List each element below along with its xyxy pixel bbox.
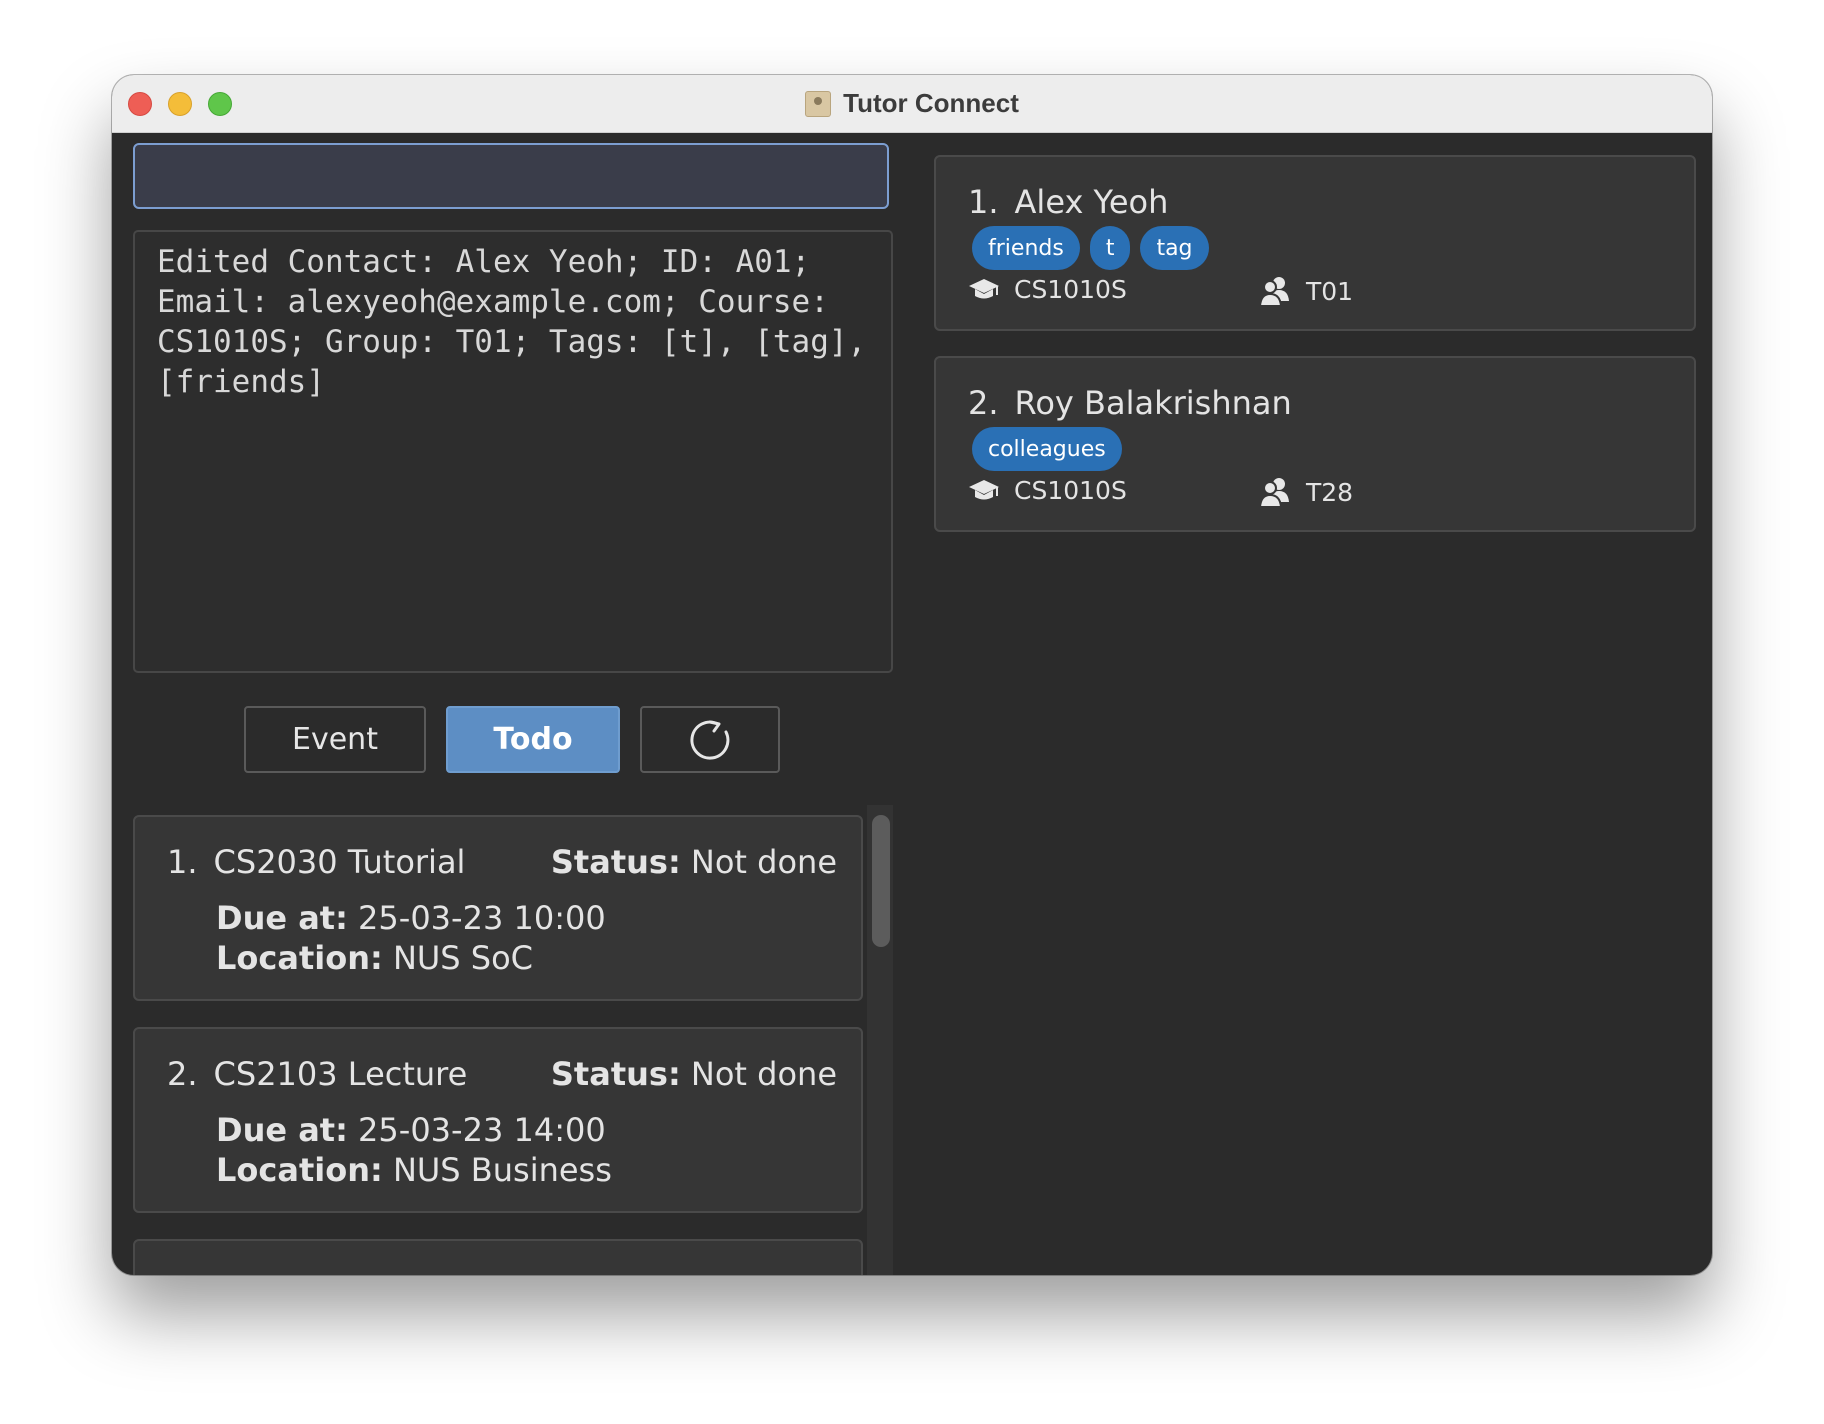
group-value: T01 [1306,276,1354,306]
tag: t [1089,226,1131,270]
group-info: T01 [1258,275,1353,307]
status-value: Not done [690,843,837,881]
todo-index: 2. [167,1055,198,1093]
status-label: Status: [550,1055,681,1093]
todo-status: Status: Not done [551,1055,837,1093]
todo-location: Location: NUS SoC [216,939,533,977]
todo-scrollbar-thumb[interactable] [872,815,890,947]
todo-card[interactable]: 1. CS2030 Tutorial Status: Not done Due a… [133,815,863,1001]
todo-list[interactable]: 1. CS2030 Tutorial Status: Not done Due a… [133,815,863,1275]
due-label: Due at: [216,1111,348,1149]
tag-list: friends t tag [972,226,1219,270]
tag: friends [972,226,1080,270]
location-label: Location: [216,1151,383,1189]
todo-card[interactable] [133,1239,863,1275]
tag: colleagues [972,427,1122,471]
course-info: CS1010S [968,476,1127,505]
result-text: Edited Contact: Alex Yeoh; ID: A01; Emai… [157,244,885,400]
refresh-button[interactable] [640,706,780,773]
due-value: 25-03-23 14:00 [358,1111,606,1149]
todo-title-row: 2. CS2103 Lecture [167,1055,467,1093]
location-value: NUS Business [392,1151,612,1189]
group-icon [1258,478,1289,508]
location-label: Location: [216,939,383,977]
todo-title-row: 1. CS2030 Tutorial [167,843,465,881]
person-name-row: 2. Roy Balakrishnan [968,384,1292,422]
person-name: Roy Balakrishnan [1014,384,1292,422]
status-label: Status: [550,843,681,881]
status-value: Not done [690,1055,837,1093]
todo-button[interactable]: Todo [446,706,620,773]
person-name: Alex Yeoh [1014,183,1169,221]
person-index: 2. [968,384,999,422]
due-value: 25-03-23 10:00 [358,899,606,937]
app-window: Tutor Connect Edited Contact: Alex Yeoh;… [112,75,1712,1275]
course-info: CS1010S [968,275,1127,304]
todo-title: CS2103 Lecture [213,1055,468,1093]
course-value: CS1010S [1014,476,1127,505]
result-display: Edited Contact: Alex Yeoh; ID: A01; Emai… [133,230,893,673]
todo-status: Status: Not done [551,843,837,881]
command-input[interactable] [133,143,889,209]
todo-due: Due at: 25-03-23 10:00 [216,899,606,937]
todo-due: Due at: 25-03-23 14:00 [216,1111,606,1149]
person-name-row: 1. Alex Yeoh [968,183,1168,221]
todo-title: CS2030 Tutorial [213,843,466,881]
graduation-cap-icon [969,278,999,298]
person-index: 1. [968,183,999,221]
title-bar: Tutor Connect [112,75,1712,133]
course-value: CS1010S [1014,275,1127,304]
tag-list: colleagues [972,427,1132,471]
window-title: Tutor Connect [843,88,1019,118]
tag: tag [1140,226,1209,270]
due-label: Due at: [216,899,348,937]
refresh-icon [690,720,730,760]
title-wrap: Tutor Connect [112,75,1712,132]
todo-index: 1. [167,843,198,881]
group-icon [1258,277,1289,307]
person-card[interactable]: 1. Alex Yeoh friends t tag CS1010S T01 [934,155,1696,331]
location-value: NUS SoC [392,939,534,977]
person-card[interactable]: 2. Roy Balakrishnan colleagues CS1010S T2… [934,356,1696,532]
todo-card[interactable]: 2. CS2103 Lecture Status: Not done Due at… [133,1027,863,1213]
event-button[interactable]: Event [244,706,426,773]
graduation-cap-icon [969,479,999,499]
todo-location: Location: NUS Business [216,1151,612,1189]
app-icon [805,90,832,117]
group-value: T28 [1306,477,1354,507]
group-info: T28 [1258,476,1353,508]
